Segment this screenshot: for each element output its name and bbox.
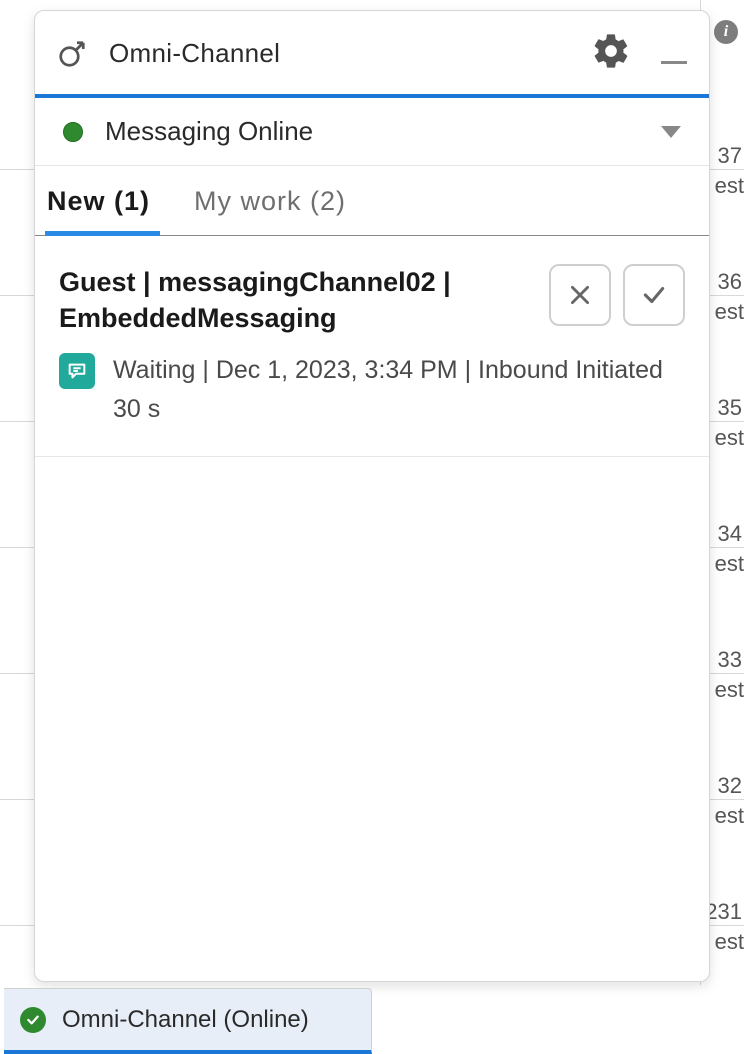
info-icon[interactable]: i xyxy=(714,20,738,44)
work-item-actions xyxy=(549,264,685,326)
work-item-meta: Waiting | Dec 1, 2023, 3:34 PM | Inbound… xyxy=(113,351,663,429)
decline-button[interactable] xyxy=(549,264,611,326)
minimize-icon[interactable] xyxy=(661,61,687,64)
work-item-elapsed: 30 s xyxy=(113,395,160,423)
work-item-direction: Inbound Initiated xyxy=(478,356,663,384)
online-check-icon xyxy=(20,1007,46,1033)
status-bar[interactable]: Messaging Online xyxy=(35,98,709,166)
work-item-title: Guest | messagingChannel02 | EmbeddedMes… xyxy=(59,264,537,337)
work-item[interactable]: Guest | messagingChannel02 | EmbeddedMes… xyxy=(35,236,709,457)
footer-label: Omni-Channel (Online) xyxy=(62,1006,309,1034)
accept-button[interactable] xyxy=(623,264,685,326)
panel-header: Omni-Channel xyxy=(35,11,709,98)
omni-channel-panel: Omni-Channel Messaging Online New (1) My… xyxy=(34,10,710,982)
panel-title: Omni-Channel xyxy=(109,38,569,69)
footer-omni-tab[interactable]: Omni-Channel (Online) xyxy=(4,988,372,1054)
work-item-meta-row: Waiting | Dec 1, 2023, 3:34 PM | Inbound… xyxy=(59,351,685,429)
tabs: New (1) My work (2) xyxy=(35,172,709,236)
bg-sub: est xyxy=(715,929,744,955)
tab-new[interactable]: New (1) xyxy=(45,172,160,236)
omni-channel-icon xyxy=(57,39,87,69)
chevron-down-icon xyxy=(661,126,681,138)
tab-my-work[interactable]: My work (2) xyxy=(192,172,356,235)
work-item-state: Waiting xyxy=(113,356,195,384)
chat-icon xyxy=(59,353,95,389)
status-dot-icon xyxy=(63,122,83,142)
gear-icon[interactable] xyxy=(591,31,631,76)
work-item-timestamp: Dec 1, 2023, 3:34 PM xyxy=(216,356,458,384)
status-label: Messaging Online xyxy=(105,116,639,147)
work-item-header: Guest | messagingChannel02 | EmbeddedMes… xyxy=(59,264,685,337)
